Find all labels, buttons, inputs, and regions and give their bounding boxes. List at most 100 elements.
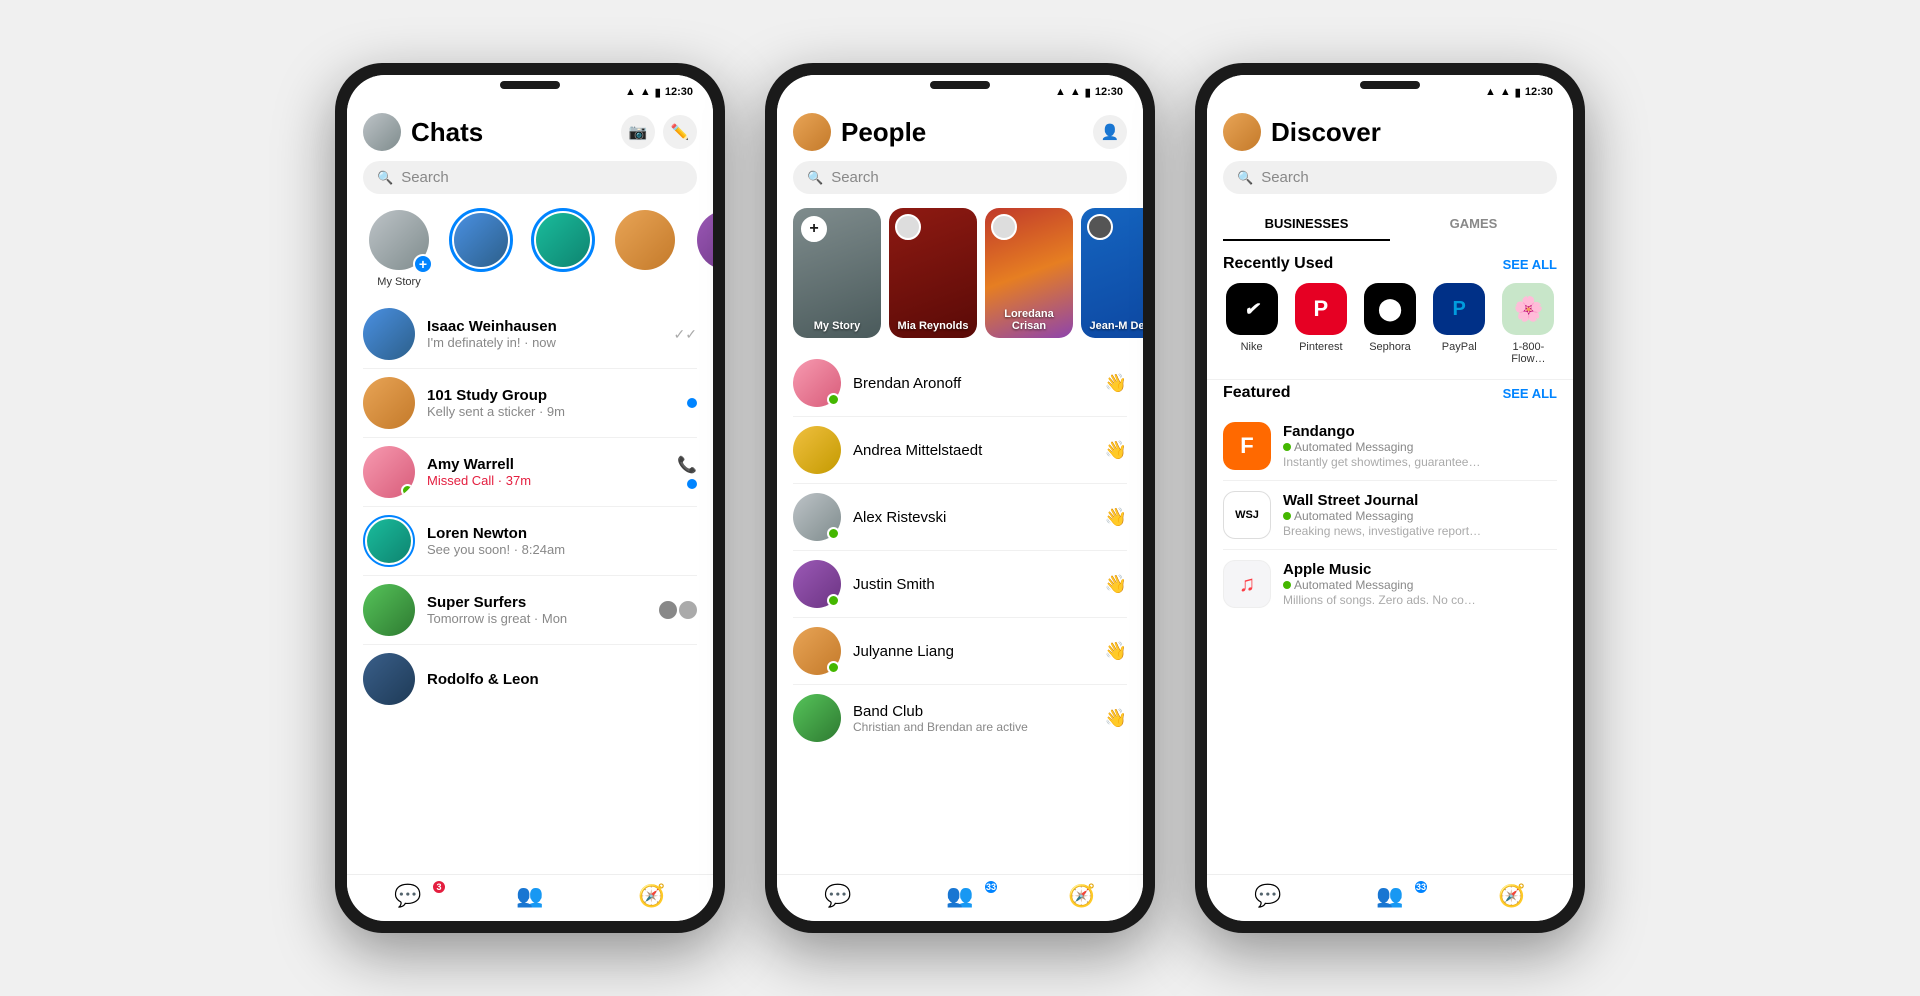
wave-icon-justin[interactable]: 👋 [1105, 574, 1127, 595]
story-card-avatar-mia [895, 214, 921, 240]
story-card-avatar-loredana [991, 214, 1017, 240]
nav-chat[interactable]: 💬 3 [347, 883, 469, 909]
chat-item-study[interactable]: 101 Study Group Kelly sent a sticker · 9… [347, 369, 713, 437]
featured-see-all[interactable]: SEE ALL [1503, 386, 1557, 401]
chat-avatar-amy [363, 446, 415, 498]
pinterest-label: Pinterest [1299, 341, 1342, 353]
fandango-verified-dot [1283, 443, 1291, 451]
phone-icon-amy: 📞 [677, 455, 697, 475]
chat-name-amy: Amy Warrell [427, 456, 665, 473]
notch-speaker-discover [1360, 81, 1420, 89]
user-avatar-discover[interactable] [1223, 113, 1261, 151]
notch-speaker [500, 81, 560, 89]
wsj-verified-dot [1283, 512, 1291, 520]
user-avatar-chats[interactable] [363, 113, 401, 151]
chat-avatar-isaac [363, 308, 415, 360]
paypal-icon: P [1433, 283, 1485, 335]
add-story-icon: + [801, 216, 827, 242]
chat-item-isaac[interactable]: Isaac Weinhausen I'm definately in! · no… [347, 300, 713, 368]
status-bar-people: ▲ ▲ ▮ 12:30 [777, 75, 1143, 105]
story-card-loredana[interactable]: Loredana Crisan [985, 208, 1073, 338]
people-search-bar[interactable]: 🔍 Search [793, 161, 1127, 194]
chat-item-loren[interactable]: Loren Newton See you soon! · 8:24am [347, 507, 713, 575]
chats-title: Chats [411, 117, 611, 148]
story-my-story[interactable]: + My Story [363, 208, 435, 288]
discover-nav-icon-d: 🧭 [1498, 883, 1525, 909]
people-name-julyanne: Julyanne Liang [853, 643, 954, 660]
recently-used-see-all[interactable]: SEE ALL [1503, 257, 1557, 272]
apple-music-name: Apple Music [1283, 561, 1557, 578]
wave-icon-alex[interactable]: 👋 [1105, 507, 1127, 528]
brand-pinterest[interactable]: P Pinterest [1292, 283, 1349, 365]
story-card-jean-label: Jean-M Denis [1085, 320, 1143, 332]
nav-discover-p[interactable]: 🧭 [1021, 883, 1143, 909]
people-item-alex[interactable]: Alex Ristevski 👋 [777, 484, 1143, 550]
fandango-sub: Automated Messaging [1283, 440, 1557, 454]
chats-search-bar[interactable]: 🔍 Search [363, 161, 697, 194]
people-item-brendan[interactable]: Brendan Aronoff 👋 [777, 350, 1143, 416]
nike-label: Nike [1241, 341, 1263, 353]
story-card-mia[interactable]: Mia Reynolds [889, 208, 977, 338]
story-item-2[interactable] [445, 208, 517, 288]
people-item-justin[interactable]: Justin Smith 👋 [777, 551, 1143, 617]
search-icon-chats: 🔍 [377, 170, 393, 186]
nav-chat-p[interactable]: 💬 [777, 883, 899, 909]
people-item-julyanne[interactable]: Julyanne Liang 👋 [777, 618, 1143, 684]
story-card-my-story[interactable]: + My Story [793, 208, 881, 338]
wave-icon-julyanne[interactable]: 👋 [1105, 641, 1127, 662]
chat-preview-amy: Missed Call · 37m [427, 473, 665, 488]
wave-icon-andrea[interactable]: 👋 [1105, 440, 1127, 461]
brand-nike[interactable]: ✔ Nike [1223, 283, 1280, 365]
featured-fandango[interactable]: F Fandango Automated Messaging Instantly… [1207, 412, 1573, 480]
chat-preview-surfers: Tomorrow is great · Mon [427, 611, 647, 626]
wave-icon-brendan[interactable]: 👋 [1105, 373, 1127, 394]
brand-paypal[interactable]: P PayPal [1431, 283, 1488, 365]
chat-item-rodolfo[interactable]: Rodolfo & Leon [347, 645, 713, 713]
brand-sephora[interactable]: ⬤ Sephora [1361, 283, 1418, 365]
nav-discover[interactable]: 🧭 [591, 883, 713, 909]
check-icon-isaac: ✓✓ [674, 326, 697, 343]
chat-preview-study: Kelly sent a sticker · 9m [427, 404, 675, 419]
tab-games[interactable]: GAMES [1390, 208, 1557, 241]
nav-people-p[interactable]: 👥 33 [899, 883, 1021, 909]
search-icon-people: 🔍 [807, 170, 823, 186]
wave-icon-band[interactable]: 👋 [1105, 708, 1127, 729]
people-item-band[interactable]: Band Club Christian and Brendan are acti… [777, 685, 1143, 751]
camera-button[interactable]: 📷 [621, 115, 655, 149]
featured-apple-music[interactable]: ♫ Apple Music Automated Messaging Millio… [1207, 550, 1573, 618]
tab-businesses[interactable]: BUSINESSES [1223, 208, 1390, 241]
chat-meta-study [687, 398, 697, 408]
discover-search-bar[interactable]: 🔍 Search [1223, 161, 1557, 194]
people-title: People [841, 117, 1083, 148]
people-nav-icon: 👥 [516, 883, 543, 909]
story-item-5[interactable] [691, 208, 713, 288]
brand-flowers[interactable]: 🌸 1-800-Flow… [1500, 283, 1557, 365]
nav-people[interactable]: 👥 [469, 883, 591, 909]
people-item-andrea[interactable]: Andrea Mittelstaedt 👋 [777, 417, 1143, 483]
add-person-button[interactable]: 👤 [1093, 115, 1127, 149]
featured-wsj[interactable]: WSJ Wall Street Journal Automated Messag… [1207, 481, 1573, 549]
phone-discover: ▲ ▲ ▮ 12:30 Discover 🔍 Search BUSINESSES… [1195, 63, 1585, 933]
discover-search-placeholder: Search [1261, 169, 1309, 186]
chat-item-surfers[interactable]: Super Surfers Tomorrow is great · Mon [347, 576, 713, 644]
chat-item-amy[interactable]: Amy Warrell Missed Call · 37m 📞 [347, 438, 713, 506]
discover-bottom-nav: 💬 👥 33 🧭 [1207, 874, 1573, 921]
featured-title: Featured [1223, 384, 1291, 402]
story-card-jean[interactable]: Jean-M Denis [1081, 208, 1143, 338]
compose-button[interactable]: ✏️ [663, 115, 697, 149]
nav-discover-d[interactable]: 🧭 [1451, 883, 1573, 909]
chat-name-study: 101 Study Group [427, 387, 675, 404]
apple-music-verified-dot [1283, 581, 1291, 589]
nav-people-d[interactable]: 👥 33 [1329, 883, 1451, 909]
apple-music-desc: Millions of songs. Zero ads. No commitme… [1283, 593, 1483, 607]
story-item-3[interactable] [527, 208, 599, 288]
nav-chat-d[interactable]: 💬 [1207, 883, 1329, 909]
story-item-4[interactable] [609, 208, 681, 288]
people-avatar-alex [793, 493, 841, 541]
discover-title: Discover [1271, 117, 1557, 148]
status-bar-discover: ▲ ▲ ▮ 12:30 [1207, 75, 1573, 105]
user-avatar-people[interactable] [793, 113, 831, 151]
phone-chats: ▲ ▲ ▮ 12:30 Chats 📷 ✏️ [335, 63, 725, 933]
wifi-icon-d: ▲ [1500, 86, 1511, 98]
people-nav-icon-p: 👥 [946, 883, 973, 909]
